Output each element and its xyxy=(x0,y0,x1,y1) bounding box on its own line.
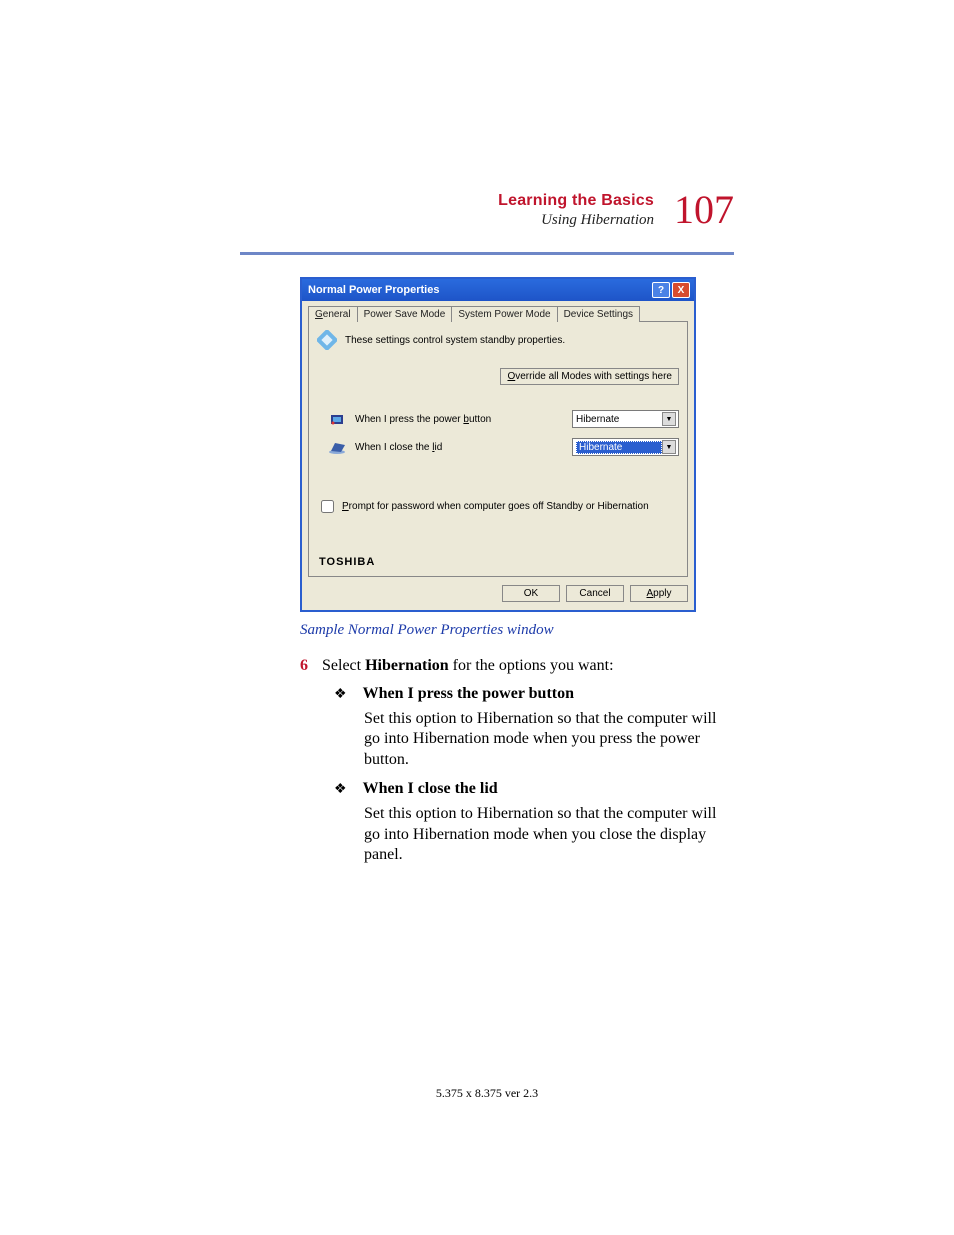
bullet-heading: When I close the lid xyxy=(363,780,498,798)
cancel-button[interactable]: Cancel xyxy=(566,585,624,602)
step-text: Select Hibernation for the options you w… xyxy=(322,657,614,675)
override-button[interactable]: Override all Modes with settings here xyxy=(500,368,679,385)
step-number: 6 xyxy=(300,657,308,675)
close-button[interactable]: X xyxy=(672,282,690,298)
bullet-icon: ❖ xyxy=(334,781,347,798)
chevron-down-icon: ▼ xyxy=(662,440,676,454)
tab-system-power[interactable]: System Power Mode xyxy=(451,306,557,322)
dialog-tabs: General Power Save Mode System Power Mod… xyxy=(308,305,688,322)
figure-caption: Sample Normal Power Properties window xyxy=(300,622,734,639)
tab-general[interactable]: General xyxy=(308,306,358,322)
header-divider xyxy=(240,252,734,255)
password-prompt-checkbox[interactable] xyxy=(321,500,334,513)
page-number: 107 xyxy=(674,190,734,230)
step-6: 6 Select Hibernation for the options you… xyxy=(300,657,734,675)
laptop-lid-icon xyxy=(327,437,347,457)
document-page: Learning the Basics Using Hibernation 10… xyxy=(0,0,954,1181)
page-header: Learning the Basics Using Hibernation 10… xyxy=(240,190,734,230)
tab-device-settings[interactable]: Device Settings xyxy=(557,306,640,322)
bullet-close-lid: ❖ When I close the lid Set this option t… xyxy=(334,780,734,865)
power-button-select[interactable]: Hibernate ▼ xyxy=(572,410,679,428)
ok-button[interactable]: OK xyxy=(502,585,560,602)
section-title: Using Hibernation xyxy=(498,212,654,229)
bullet-body: Set this option to Hibernation so that t… xyxy=(364,804,734,865)
power-button-icon xyxy=(327,409,347,429)
password-prompt-label: Prompt for password when computer goes o… xyxy=(342,501,649,512)
bullet-icon: ❖ xyxy=(334,686,347,703)
chevron-down-icon: ▼ xyxy=(662,412,676,426)
page-footer: 5.375 x 8.375 ver 2.3 xyxy=(240,1086,734,1101)
bullet-body: Set this option to Hibernation so that t… xyxy=(364,709,734,770)
dialog-titlebar[interactable]: Normal Power Properties ? X xyxy=(302,279,694,301)
help-button[interactable]: ? xyxy=(652,282,670,298)
tab-power-save[interactable]: Power Save Mode xyxy=(357,306,453,322)
close-lid-select[interactable]: Hibernate ▼ xyxy=(572,438,679,456)
dialog-title: Normal Power Properties xyxy=(308,284,439,296)
bullet-heading: When I press the power button xyxy=(363,685,574,703)
power-button-label: When I press the power button xyxy=(355,414,564,425)
settings-icon xyxy=(317,330,337,350)
dialog-description: These settings control system standby pr… xyxy=(345,335,565,346)
close-lid-label: When I close the lid xyxy=(355,442,564,453)
brand-label: TOSHIBA xyxy=(319,556,679,568)
chapter-title: Learning the Basics xyxy=(498,192,654,210)
bullet-power-button: ❖ When I press the power button Set this… xyxy=(334,685,734,770)
power-properties-dialog: Normal Power Properties ? X General Powe… xyxy=(300,277,696,612)
apply-button[interactable]: Apply xyxy=(630,585,688,602)
